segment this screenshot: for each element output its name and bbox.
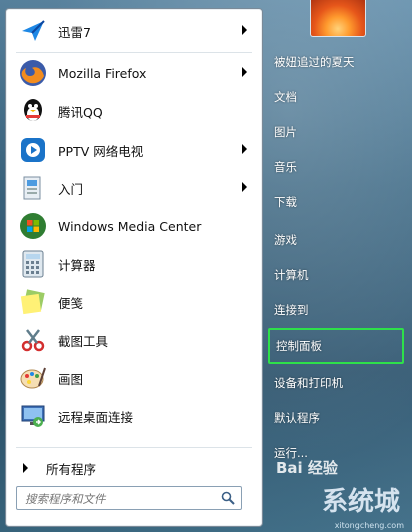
places-item-default-programs[interactable]: 默认程序: [268, 404, 400, 432]
places-item-downloads[interactable]: 下载: [268, 188, 400, 216]
program-label: 画图: [58, 371, 84, 387]
program-thunder7[interactable]: 迅雷7: [11, 14, 257, 48]
places-item-pictures[interactable]: 图片: [268, 118, 400, 146]
paint-icon: [16, 361, 50, 395]
program-label: Mozilla Firefox: [58, 65, 147, 81]
calculator-icon: [16, 247, 50, 281]
places-item-documents[interactable]: 文档: [268, 83, 400, 111]
expand-arrow-icon: [23, 463, 28, 473]
submenu-arrow-icon[interactable]: [242, 144, 247, 154]
places-item-devices-printers[interactable]: 设备和打印机: [268, 369, 400, 397]
user-avatar[interactable]: [310, 0, 366, 37]
places-item-computer[interactable]: 计算机: [268, 261, 400, 289]
firefox-icon: [16, 56, 50, 90]
places-item-games[interactable]: 游戏: [268, 226, 400, 254]
program-pptv[interactable]: PPTV 网络电视: [11, 133, 257, 167]
program-sticky-notes[interactable]: 便笺: [11, 285, 257, 319]
all-programs-label: 所有程序: [46, 461, 97, 477]
qq-penguin-icon: [16, 94, 50, 128]
program-label: 迅雷7: [58, 24, 91, 40]
search-icon[interactable]: [221, 490, 235, 505]
submenu-arrow-icon[interactable]: [242, 182, 247, 192]
program-label: 截图工具: [58, 333, 109, 349]
thunder-icon: [16, 14, 50, 48]
program-media-center[interactable]: Windows Media Center: [11, 209, 257, 243]
all-programs-button[interactable]: 所有程序: [11, 455, 257, 481]
program-getting-started[interactable]: 入门: [11, 171, 257, 205]
program-label: 入门: [58, 181, 84, 197]
search-box[interactable]: [16, 486, 242, 510]
divider: [16, 447, 252, 448]
program-label: Windows Media Center: [58, 218, 202, 234]
program-paint[interactable]: 画图: [11, 361, 257, 395]
program-label: 便笺: [58, 295, 84, 311]
submenu-arrow-icon[interactable]: [242, 25, 247, 35]
places-item-connect-to[interactable]: 连接到: [268, 296, 400, 324]
program-qq[interactable]: 腾讯QQ: [11, 94, 257, 128]
places-item-control-panel[interactable]: 控制面板: [268, 328, 404, 364]
program-firefox[interactable]: Mozilla Firefox: [11, 56, 257, 90]
watermark-brand: Bai 经验: [276, 459, 338, 477]
program-label: 计算器: [58, 257, 96, 273]
program-snipping-tool[interactable]: 截图工具: [11, 323, 257, 357]
sticky-notes-icon: [16, 285, 50, 319]
snipping-tool-icon: [16, 323, 50, 357]
remote-desktop-icon: [16, 399, 50, 433]
program-remote-desktop[interactable]: 远程桌面连接: [11, 399, 257, 433]
program-label: PPTV 网络电视: [58, 143, 144, 159]
start-menu-programs-pane: 迅雷7 Mozilla Firefox 腾讯QQ PPTV 网络电视 入门 Wi…: [5, 8, 263, 527]
submenu-arrow-icon[interactable]: [242, 67, 247, 77]
program-calculator[interactable]: 计算器: [11, 247, 257, 281]
places-item-music[interactable]: 音乐: [268, 153, 400, 181]
watermark: Bai 经验 系统城 xitongcheng.com: [270, 455, 412, 530]
watermark-text: 系统城: [322, 487, 401, 517]
start-menu-places-pane: 被妞追过的夏天 文档 图片 音乐 下载 游戏 计算机 连接到 控制面板 设备和打…: [262, 0, 412, 532]
program-label: 腾讯QQ: [58, 104, 103, 120]
program-label: 远程桌面连接: [58, 409, 134, 425]
media-center-icon: [16, 209, 50, 243]
search-input[interactable]: [23, 489, 217, 509]
pptv-icon: [16, 133, 50, 167]
watermark-site: xitongcheng.com: [334, 521, 404, 530]
divider: [16, 52, 252, 53]
getting-started-icon: [16, 171, 50, 205]
places-item-user-folder[interactable]: 被妞追过的夏天: [268, 48, 400, 76]
